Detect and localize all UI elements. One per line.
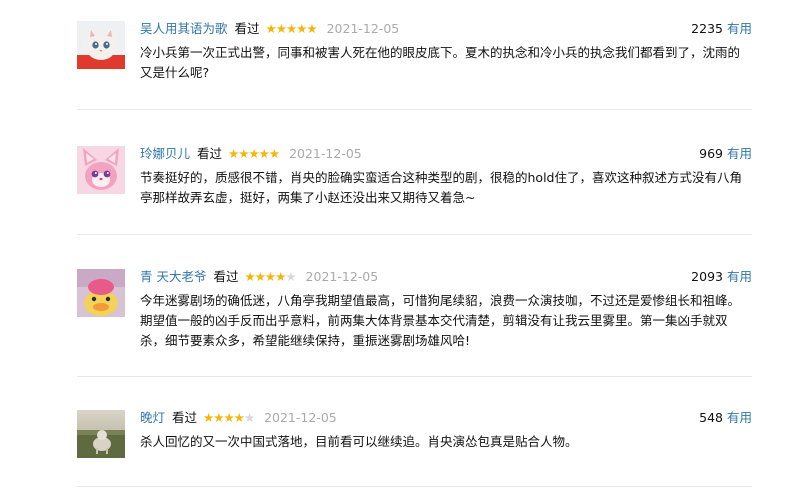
vote-count: 2235 (691, 21, 723, 36)
avatar-cat-icon (77, 21, 125, 69)
comment-status: 看过 (172, 410, 198, 425)
comment-text: 冷小兵第一次正式出警，同事和被害人死在他的眼皮底下。夏木的执念和冷小兵的执念我们… (140, 45, 741, 80)
useful-button[interactable]: 有用 (727, 146, 752, 161)
star-icon: ★ (203, 410, 214, 425)
star-icon: ★ (265, 21, 277, 36)
star-icon: ★ (306, 21, 317, 36)
star-icon: ★ (233, 410, 245, 425)
comment-username[interactable]: 吴人用其语为歌 (140, 21, 228, 36)
star-empty-icon: ★ (243, 410, 255, 425)
comment-header: 玲娜贝儿 看过 ★★★★★ 2021-12-05 969 有用 (140, 146, 752, 162)
comment-text: 今年迷雾剧场的确低迷，八角亭我期望值最高，可惜狗尾续貂，浪费一众演技咖，不过还是… (140, 293, 741, 348)
rating-stars: ★★★★★ (203, 410, 255, 426)
vote-count: 2093 (691, 269, 723, 284)
avatar[interactable] (77, 269, 125, 317)
comment-time: 2021-12-05 (264, 410, 337, 425)
comment-username[interactable]: 青 天大老爷 (140, 269, 206, 284)
rating-stars: ★★★★★ (228, 146, 280, 162)
comment-time: 2021-12-05 (305, 269, 379, 284)
comment-item: 玲娜贝儿 看过 ★★★★★ 2021-12-05 969 有用 节奏挺好的，质感很… (77, 146, 752, 216)
rating-stars: ★★★★★ (265, 21, 318, 37)
star-icon: ★ (258, 146, 270, 161)
star-icon: ★ (248, 146, 259, 161)
comment-header: 吴人用其语为歌 看过 ★★★★★ 2021-12-05 2235 有用 (140, 21, 752, 37)
comment-username[interactable]: 晚灯 (140, 410, 165, 425)
avatar[interactable] (77, 410, 125, 458)
avatar[interactable] (77, 21, 125, 69)
star-icon: ★ (254, 269, 266, 284)
comment-votes: 969 有用 (699, 146, 752, 162)
avatar-plush-fox-icon (77, 146, 125, 194)
star-empty-icon: ★ (285, 269, 296, 284)
comment-username[interactable]: 玲娜贝儿 (140, 146, 190, 161)
useful-button[interactable]: 有用 (727, 269, 752, 284)
avatar[interactable] (77, 146, 125, 194)
comment-item: 吴人用其语为歌 看过 ★★★★★ 2021-12-05 2235 有用 冷小兵第一… (77, 21, 752, 91)
comment-time: 2021-12-05 (289, 146, 362, 161)
star-icon: ★ (275, 21, 287, 36)
useful-button[interactable]: 有用 (727, 21, 752, 36)
comment-status: 看过 (197, 146, 223, 161)
star-icon: ★ (268, 146, 280, 161)
comment-header: 青 天大老爷 看过 ★★★★★ 2021-12-05 2093 有用 (140, 269, 752, 285)
comments-list: 吴人用其语为歌 看过 ★★★★★ 2021-12-05 2235 有用 冷小兵第一… (0, 0, 798, 490)
useful-button[interactable]: 有用 (727, 410, 752, 425)
divider (77, 234, 752, 235)
divider (77, 109, 752, 110)
comment-text: 杀人回忆的又一次中国式落地，目前看可以继续追。肖央演怂包真是贴合人物。 (140, 434, 578, 449)
vote-count: 548 (699, 410, 723, 425)
avatar-duck-icon (77, 269, 125, 317)
comment-votes: 548 有用 (699, 410, 752, 426)
comment-header: 晚灯 看过 ★★★★★ 2021-12-05 548 有用 (140, 410, 752, 426)
star-icon: ★ (244, 269, 255, 284)
comment-text: 节奏挺好的，质感很不错，肖央的脸确实蛮适合这种类型的剧，很稳的hold住了，喜欢… (140, 170, 742, 205)
rating-stars: ★★★★★ (244, 269, 296, 285)
star-icon: ★ (264, 269, 276, 284)
star-icon: ★ (296, 21, 307, 36)
star-icon: ★ (213, 410, 224, 425)
comment-time: 2021-12-05 (326, 21, 400, 36)
vote-count: 969 (699, 146, 723, 161)
star-icon: ★ (238, 146, 249, 161)
comment-status: 看过 (213, 269, 239, 284)
star-icon: ★ (275, 269, 286, 284)
avatar-dog-landscape-icon (77, 410, 125, 458)
divider (77, 486, 752, 487)
divider (77, 376, 752, 377)
star-icon: ★ (228, 146, 239, 161)
star-icon: ★ (223, 410, 234, 425)
comment-item: 晚灯 看过 ★★★★★ 2021-12-05 548 有用 杀人回忆的又一次中国式… (77, 410, 752, 470)
comment-votes: 2093 有用 (691, 269, 752, 285)
star-icon: ★ (285, 21, 297, 36)
comment-item: 青 天大老爷 看过 ★★★★★ 2021-12-05 2093 有用 今年迷雾剧场… (77, 269, 752, 359)
comment-status: 看过 (234, 21, 260, 36)
comment-votes: 2235 有用 (691, 21, 752, 37)
